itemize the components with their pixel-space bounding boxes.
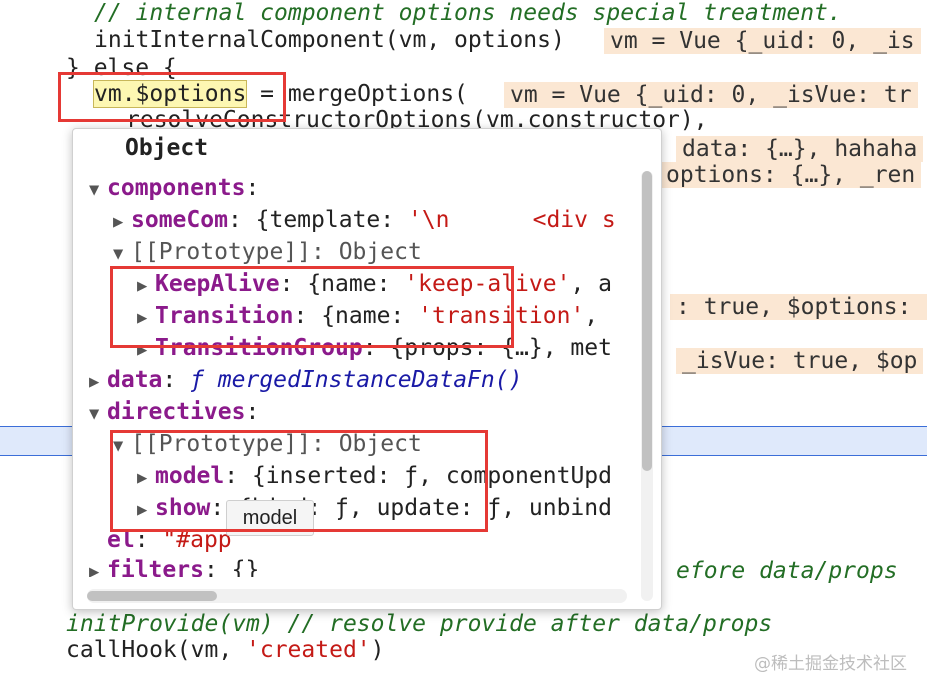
inline-hint-data: data: {…}, hahaha <box>676 136 924 162</box>
tree-row-filters[interactable]: ▶ filters: {} <box>89 555 259 577</box>
watermark: @稀土掘金技术社区 <box>754 654 907 674</box>
inline-hint-vm-2: vm = Vue {_uid: 0, _isVue: tr <box>504 82 918 108</box>
object-inspector-popover[interactable]: Object ▼ components: ▶ someCom: {template:… <box>72 128 662 610</box>
expanded-triangle-icon[interactable]: ▼ <box>113 239 131 269</box>
horizontal-scroll-thumb[interactable] <box>87 591 217 601</box>
collapsed-triangle-icon[interactable]: ▶ <box>113 207 131 237</box>
inline-hint-isvue: _isVue: true, $op <box>676 348 924 374</box>
code-before-data: efore data/props <box>676 558 898 584</box>
vertical-scroll-thumb[interactable] <box>642 171 652 471</box>
code-init-provide: initProvide(vm) // resolve provide after… <box>66 611 773 637</box>
collapsed-triangle-icon[interactable]: ▶ <box>89 557 107 577</box>
code-callhook: callHook(vm, 'created') <box>66 637 385 663</box>
tree-row-directives[interactable]: ▼ directives: <box>89 397 259 427</box>
code-comment-internal: // internal component options needs spec… <box>94 0 842 26</box>
tree-row-prototype-1[interactable]: ▼ [[Prototype]]: Object <box>113 237 422 267</box>
horizontal-scrollbar[interactable] <box>87 589 627 603</box>
annotation-box-components <box>110 266 514 348</box>
vertical-scrollbar[interactable] <box>641 171 653 601</box>
code-init-internal: initInternalComponent(vm, options) <box>94 27 565 53</box>
annotation-box-directives <box>110 430 488 532</box>
expanded-triangle-icon[interactable]: ▼ <box>89 399 107 429</box>
inline-hint-true: : true, $options: <box>670 294 927 320</box>
expanded-triangle-icon[interactable]: ▼ <box>89 175 107 205</box>
tree-row-data[interactable]: ▶ data: ƒ mergedInstanceDataFn() <box>89 365 522 395</box>
inline-hint-options: options: {…}, _ren <box>660 162 922 188</box>
tree-row-somecom[interactable]: ▶ someCom: {template: '\n <div s <box>113 205 616 235</box>
collapsed-triangle-icon[interactable]: ▶ <box>89 367 107 397</box>
tree-row-components[interactable]: ▼ components: <box>89 173 259 203</box>
inline-hint-vm-1: vm = Vue {_uid: 0, _is <box>604 28 921 54</box>
popover-title: Object <box>125 135 209 161</box>
annotation-box-options <box>58 72 286 122</box>
